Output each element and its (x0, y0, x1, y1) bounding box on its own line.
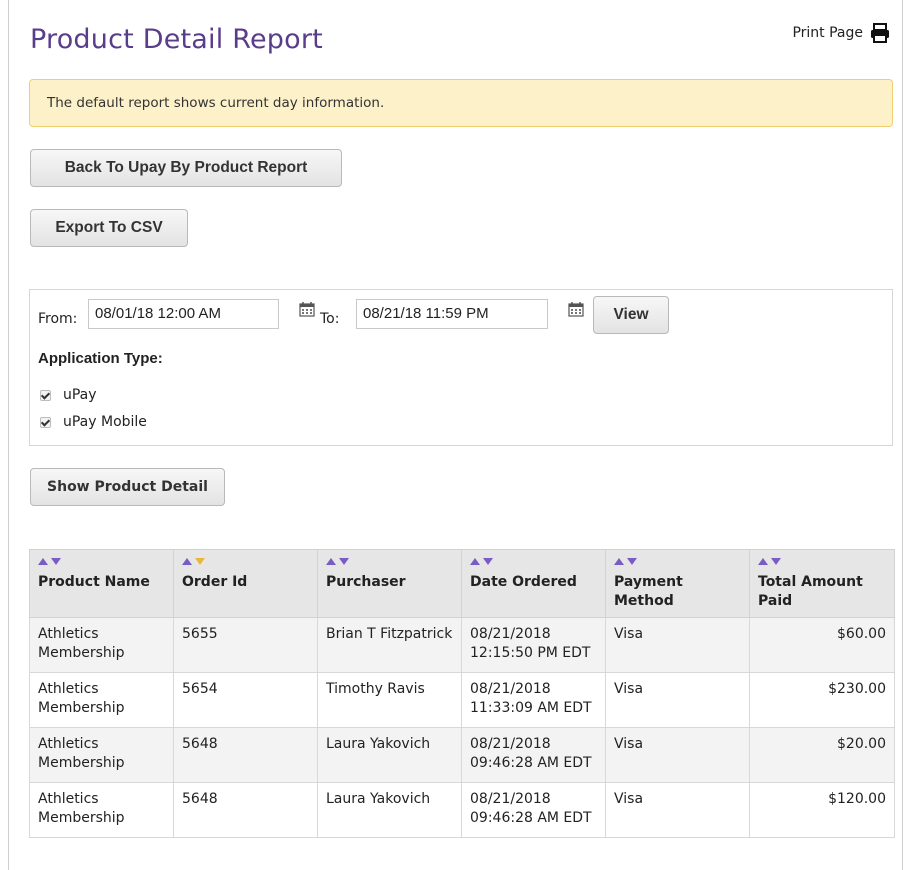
alert-text: The default report shows current day inf… (47, 95, 385, 111)
column-label: Date Ordered (470, 574, 577, 590)
checkbox-upay-mobile-box[interactable] (40, 416, 51, 428)
export-csv-button[interactable]: Export To CSV (30, 209, 188, 247)
cell-date-ordered: 08/21/2018 09:46:28 AM EDT (461, 727, 606, 783)
sort-arrows[interactable] (758, 558, 886, 570)
cell-total-amount: $60.00 (749, 617, 895, 673)
checkbox-upay[interactable]: uPay (40, 387, 97, 403)
table-row: Athletics Membership 5655 Brian T Fitzpa… (29, 617, 895, 673)
cell-purchaser: Laura Yakovich (317, 727, 462, 783)
checkbox-upay-mobile-label: uPay Mobile (63, 414, 147, 430)
checkbox-upay-box[interactable] (40, 389, 51, 401)
cell-payment-method: Visa (605, 617, 750, 673)
column-header-payment-method[interactable]: Payment Method (605, 549, 750, 618)
print-page-label: Print Page (792, 25, 863, 41)
sort-up-icon[interactable] (38, 558, 48, 565)
default-report-alert: The default report shows current day inf… (29, 79, 893, 127)
print-page-link[interactable]: Print Page (792, 22, 891, 44)
sort-up-icon[interactable] (614, 558, 624, 565)
sort-up-icon[interactable] (470, 558, 480, 565)
back-to-upay-button[interactable]: Back To Upay By Product Report (30, 149, 342, 187)
cell-product-name: Athletics Membership (29, 782, 174, 838)
view-button[interactable]: View (593, 296, 669, 334)
cell-total-amount: $120.00 (749, 782, 895, 838)
table-header-row: Product Name Order Id Purchaser Date Ord… (29, 549, 895, 618)
checkbox-upay-mobile[interactable]: uPay Mobile (40, 414, 147, 430)
cell-order-id: 5654 (173, 672, 318, 728)
column-label: Order Id (182, 574, 248, 590)
sort-up-icon[interactable] (758, 558, 768, 565)
cell-date-ordered: 08/21/2018 11:33:09 AM EDT (461, 672, 606, 728)
column-header-date-ordered[interactable]: Date Ordered (461, 549, 606, 618)
cell-order-id: 5655 (173, 617, 318, 673)
cell-payment-method: Visa (605, 727, 750, 783)
sort-down-icon[interactable] (483, 558, 493, 565)
sort-arrows[interactable] (470, 558, 597, 570)
cell-product-name: Athletics Membership (29, 727, 174, 783)
sort-up-icon[interactable] (326, 558, 336, 565)
column-header-purchaser[interactable]: Purchaser (317, 549, 462, 618)
filter-panel: From: 08/01/18 12:00 AM To: 08/21/18 11:… (29, 289, 893, 446)
sort-arrows[interactable] (182, 558, 309, 570)
cell-date-ordered: 08/21/2018 12:15:50 PM EDT (461, 617, 606, 673)
column-label: Payment Method (614, 574, 683, 609)
calendar-icon[interactable] (299, 301, 315, 317)
page-title: Product Detail Report (30, 24, 323, 55)
product-detail-table: Product Name Order Id Purchaser Date Ord… (29, 549, 895, 838)
to-date-input[interactable]: 08/21/18 11:59 PM (356, 299, 548, 329)
cell-order-id: 5648 (173, 782, 318, 838)
checkbox-upay-label: uPay (63, 387, 97, 403)
cell-payment-method: Visa (605, 782, 750, 838)
table-row: Athletics Membership 5648 Laura Yakovich… (29, 727, 895, 783)
column-header-order-id[interactable]: Order Id (173, 549, 318, 618)
sort-down-icon[interactable] (195, 558, 205, 565)
from-date-input[interactable]: 08/01/18 12:00 AM (88, 299, 279, 329)
cell-date-ordered: 08/21/2018 09:46:28 AM EDT (461, 782, 606, 838)
cell-purchaser: Laura Yakovich (317, 782, 462, 838)
column-label: Product Name (38, 574, 150, 590)
sort-down-icon[interactable] (51, 558, 61, 565)
cell-order-id: 5648 (173, 727, 318, 783)
sort-up-icon[interactable] (182, 558, 192, 565)
cell-product-name: Athletics Membership (29, 617, 174, 673)
application-type-label: Application Type: (38, 350, 163, 367)
column-header-product-name[interactable]: Product Name (29, 549, 174, 618)
calendar-icon[interactable] (568, 301, 584, 317)
cell-total-amount: $230.00 (749, 672, 895, 728)
cell-product-name: Athletics Membership (29, 672, 174, 728)
sort-arrows[interactable] (38, 558, 165, 570)
sort-arrows[interactable] (614, 558, 741, 570)
column-label: Total Amount Paid (758, 574, 863, 609)
printer-icon (871, 23, 889, 43)
sort-down-icon[interactable] (771, 558, 781, 565)
show-product-detail-button[interactable]: Show Product Detail (30, 468, 225, 506)
sort-down-icon[interactable] (339, 558, 349, 565)
sort-arrows[interactable] (326, 558, 453, 570)
from-label: From: (38, 311, 78, 327)
cell-total-amount: $20.00 (749, 727, 895, 783)
column-header-total-amount-paid[interactable]: Total Amount Paid (749, 549, 895, 618)
column-label: Purchaser (326, 574, 406, 590)
table-row: Athletics Membership 5648 Laura Yakovich… (29, 782, 895, 838)
table-row: Athletics Membership 5654 Timothy Ravis … (29, 672, 895, 728)
cell-purchaser: Timothy Ravis (317, 672, 462, 728)
to-label: To: (320, 311, 340, 327)
cell-payment-method: Visa (605, 672, 750, 728)
cell-purchaser: Brian T Fitzpatrick (317, 617, 462, 673)
sort-down-icon[interactable] (627, 558, 637, 565)
